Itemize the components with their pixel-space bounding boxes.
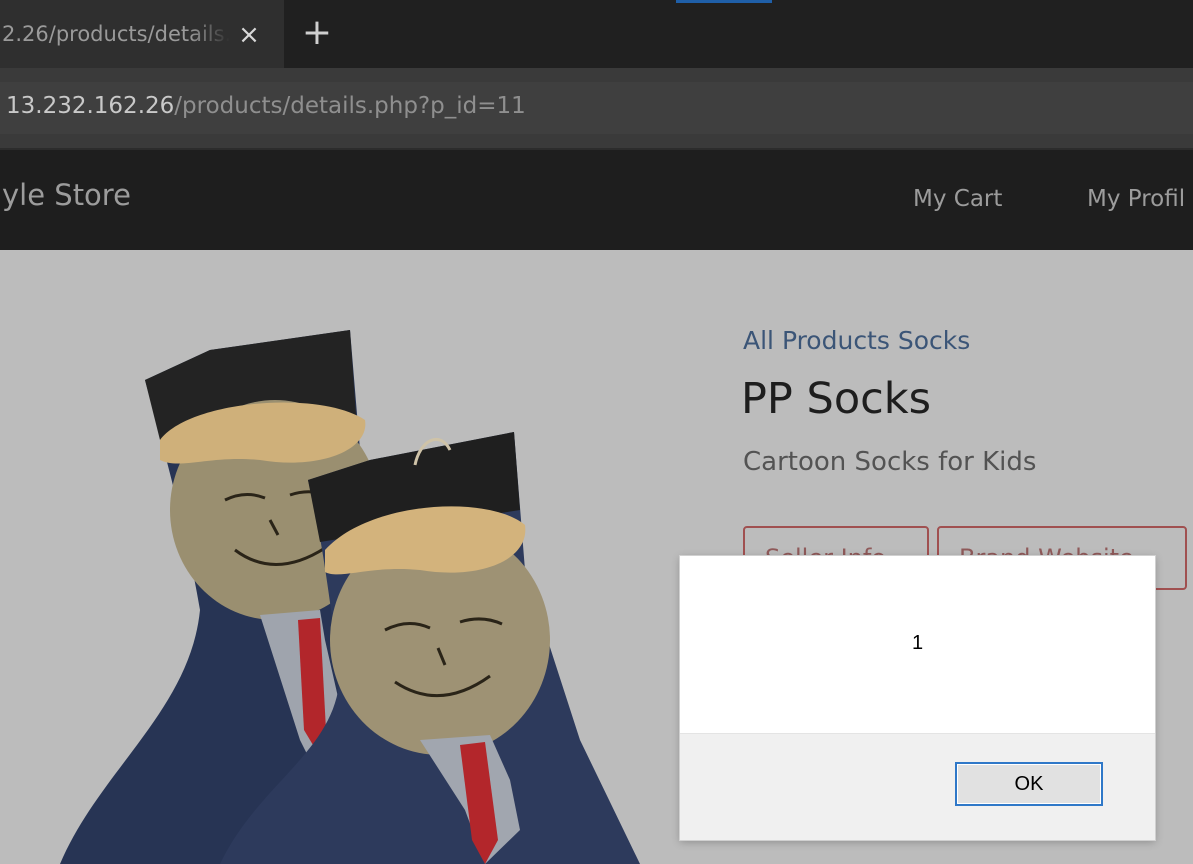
breadcrumb[interactable]: All Products Socks [743,326,970,355]
browser-tab-active[interactable]: 2.26/products/details.php?p_id=11 × [0,0,284,68]
url-input[interactable]: 13.232.162.26/products/details.php?p_id=… [0,82,1193,134]
my-cart-link[interactable]: My Cart [913,186,1002,212]
product-title: PP Socks [741,374,932,424]
address-bar: 13.232.162.26/products/details.php?p_id=… [0,68,1193,148]
new-tab-icon[interactable]: + [300,15,334,52]
alert-footer: OK [680,733,1155,840]
product-image [60,330,640,864]
tab-close-icon[interactable]: × [234,18,264,52]
alert-message: 1 [911,632,924,654]
tab-title: 2.26/products/details.php?p_id=11 [2,22,230,46]
alert-dialog: 1 OK [680,556,1155,840]
tab-strip-accent [676,0,772,3]
url-host: 13.232.162.26 [6,93,175,119]
url-path: /products/details.php?p_id=11 [174,93,526,119]
ok-button[interactable]: OK [955,762,1103,806]
url-text: 13.232.162.26/products/details.php?p_id=… [6,93,526,119]
browser-tab-strip: 2.26/products/details.php?p_id=11 × + [0,0,1193,68]
site-navbar: yle Store My Cart My Profil [0,148,1193,250]
my-profile-link[interactable]: My Profil [1087,186,1185,212]
store-brand-link[interactable]: yle Store [2,178,131,212]
product-subtitle: Cartoon Socks for Kids [743,447,1037,477]
